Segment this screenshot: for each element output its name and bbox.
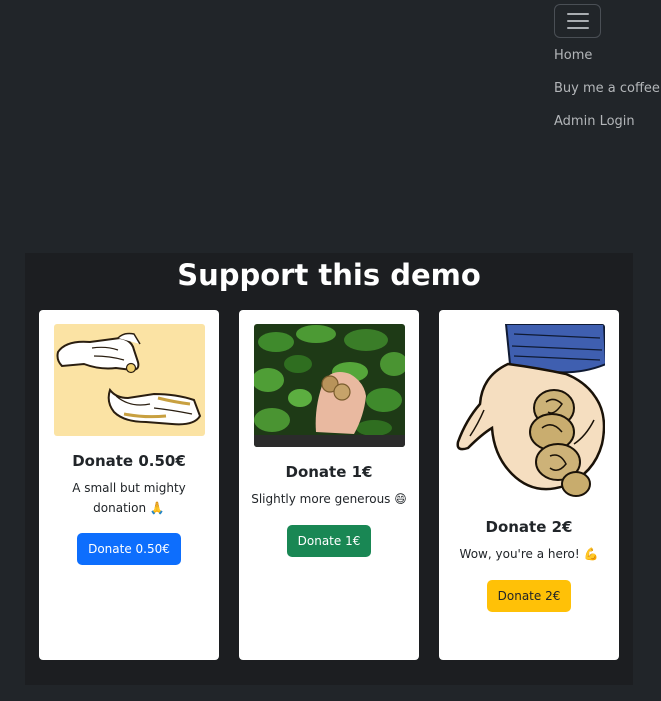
hamburger-icon [566,13,589,15]
card-text: Slightly more generous 😄 [251,492,407,506]
nav-link-buy-me-a-coffee[interactable]: Buy me a coffee [554,80,660,98]
donate-2-button[interactable]: Donate 2€ [486,579,572,612]
donate-050-button[interactable]: Donate 0.50€ [77,533,181,565]
card-title: Donate 0.50€ [72,452,186,470]
hand-with-coins-icon [453,324,605,502]
nav-link-admin-login[interactable]: Admin Login [554,113,660,131]
nav-menu: Home Buy me a coffee Admin Login [554,47,660,146]
donation-card-1: Donate 1€ Slightly more generous 😄 Donat… [239,310,419,660]
donation-card-050: Donate 0.50€ A small but mighty donation… [39,310,219,660]
navbar-toggle-button[interactable] [554,4,601,38]
donation-card-2: Donate 2€ Wow, you're a hero! 💪 Donate 2… [439,310,619,660]
donate-1-button[interactable]: Donate 1€ [286,524,372,557]
card-text: A small but mighty donation 🙏 [72,481,186,515]
card-text: Wow, you're a hero! 💪 [459,547,599,561]
card-title: Donate 2€ [485,518,573,536]
card-title: Donate 1€ [285,463,373,481]
giving-hands-icon [53,324,205,436]
section-title: Support this demo [177,258,481,292]
coins-in-hand-photo [253,324,405,447]
support-section: Support this demo Donate 0.50€ A small b… [25,253,633,685]
nav-link-home[interactable]: Home [554,47,660,65]
